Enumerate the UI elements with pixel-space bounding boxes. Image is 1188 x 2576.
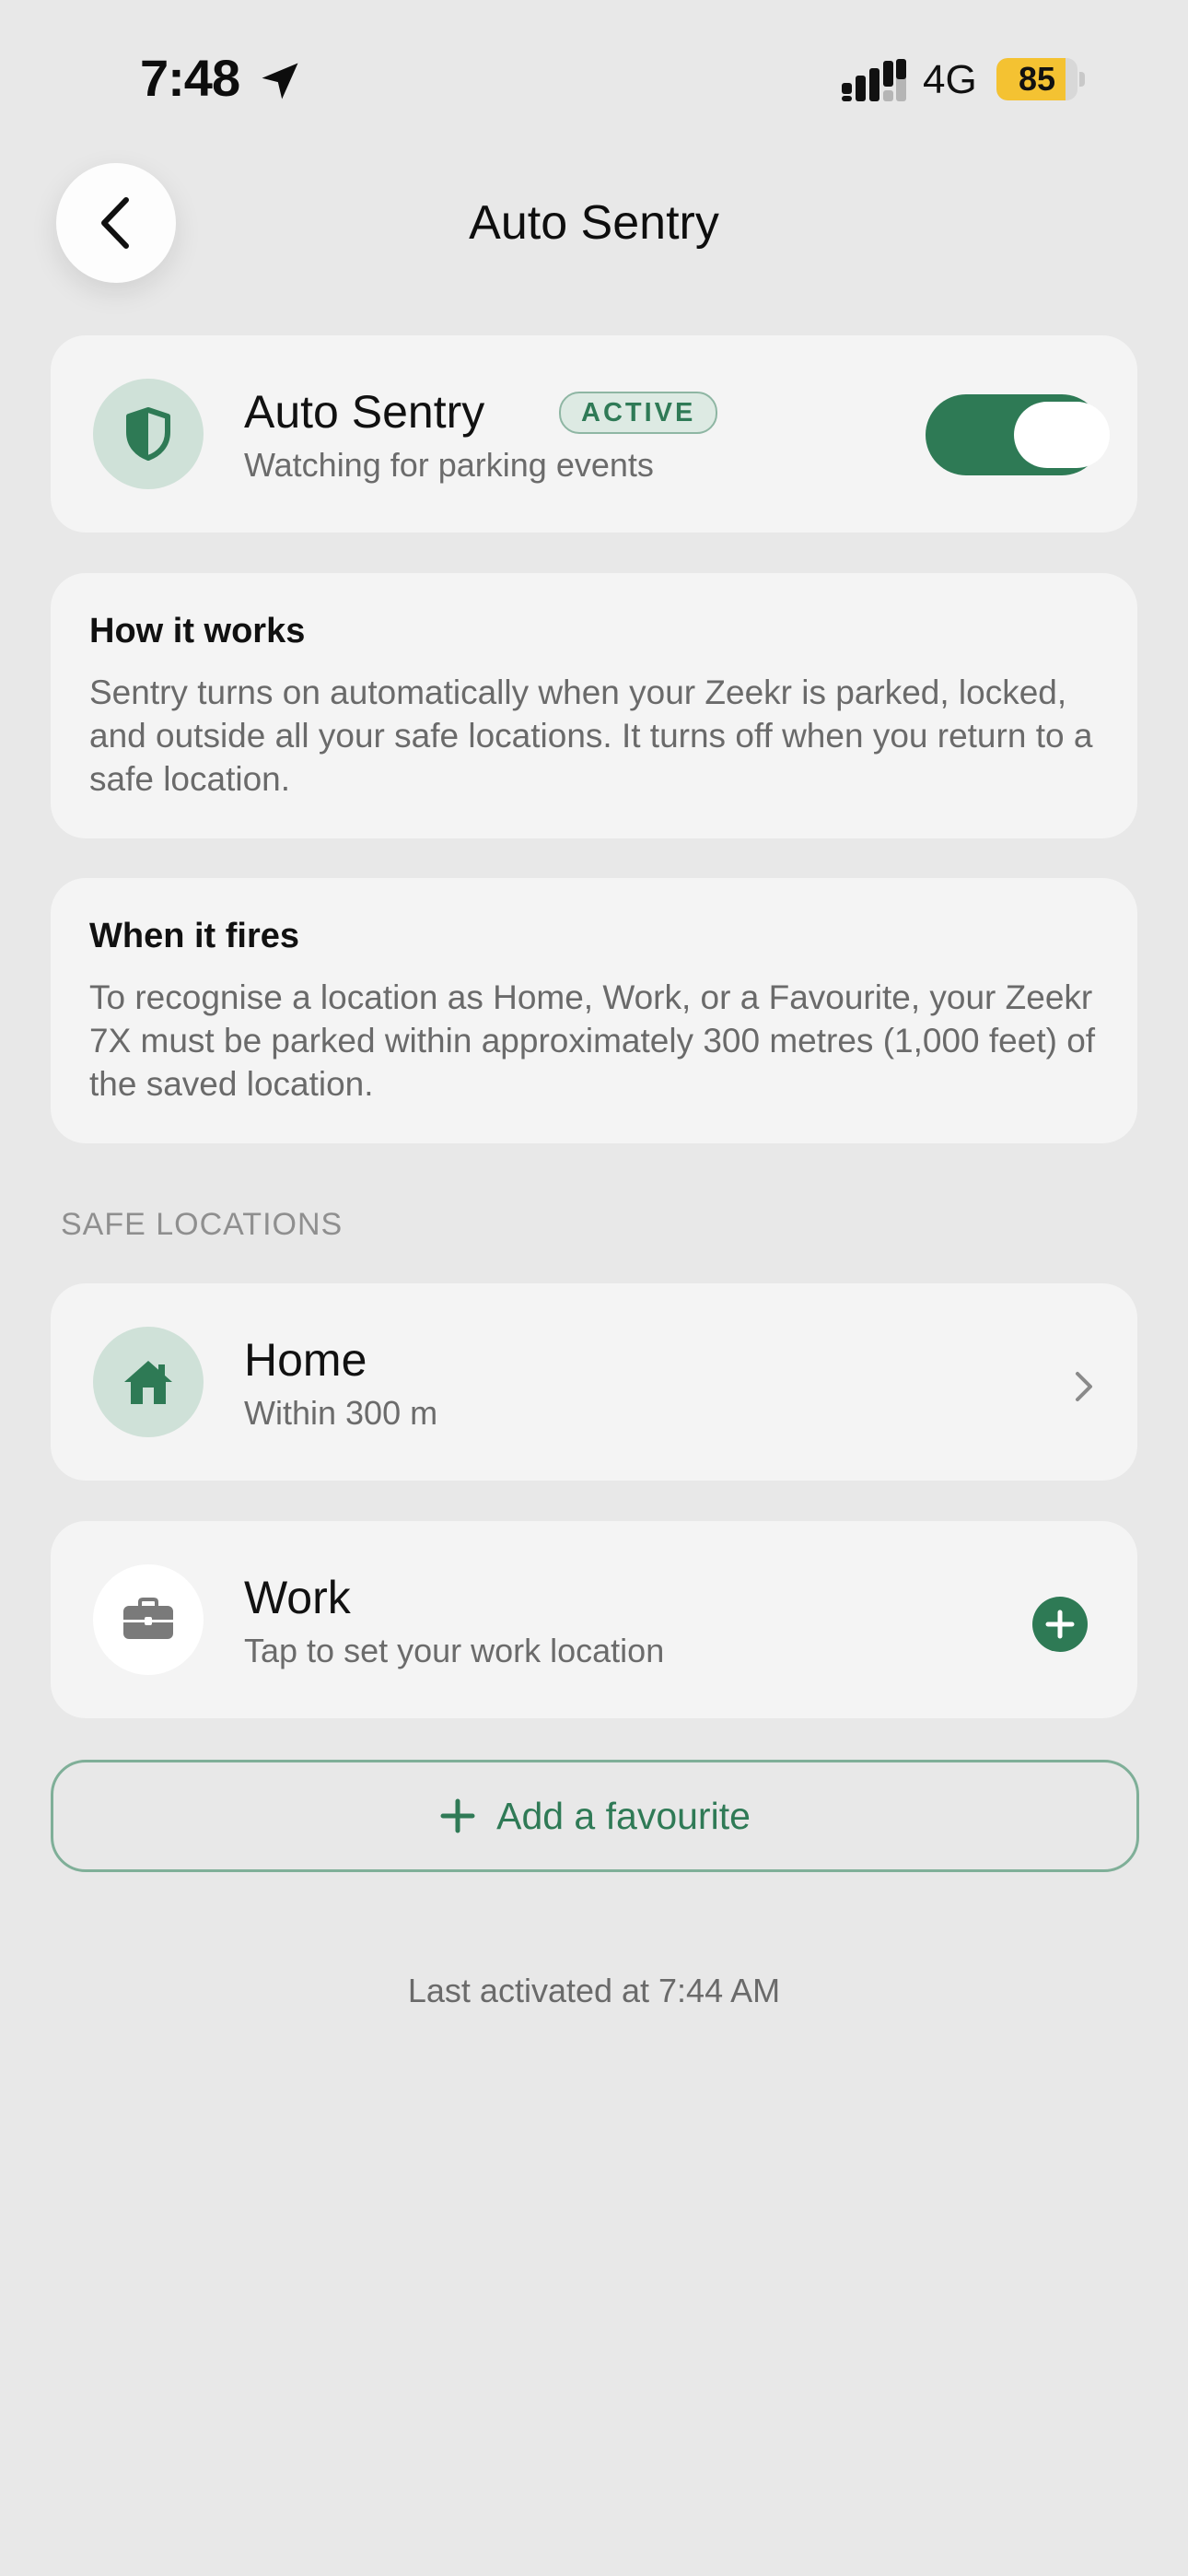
- shield-icon-container: [93, 379, 204, 489]
- plus-circle-icon: [1045, 1610, 1075, 1639]
- network-type: 4G: [923, 57, 977, 102]
- work-title: Work: [244, 1572, 351, 1623]
- how-it-works-body: Sentry turns on automatically when your …: [89, 673, 1093, 798]
- auto-sentry-subtitle: Watching for parking events: [244, 446, 654, 484]
- home-subtitle: Within 300 m: [244, 1394, 438, 1432]
- home-title: Home: [244, 1334, 367, 1386]
- location-arrow-icon: [262, 63, 298, 100]
- chevron-right-icon: [1076, 1372, 1092, 1401]
- add-work-button[interactable]: [1032, 1597, 1088, 1652]
- safe-locations-label: SAFE LOCATIONS: [61, 1207, 344, 1242]
- auto-sentry-toggle[interactable]: [926, 394, 1110, 475]
- how-it-works-title: How it works: [89, 612, 306, 650]
- briefcase-icon: [123, 1598, 173, 1639]
- auto-sentry-card: Auto Sentry ACTIVE Watching for parking …: [51, 335, 1137, 533]
- battery-indicator: 85: [996, 58, 1085, 100]
- safe-location-home[interactable]: Home Within 300 m: [51, 1283, 1137, 1481]
- add-favourite-button[interactable]: Add a favourite: [51, 1760, 1139, 1872]
- battery-percent: 85: [1018, 60, 1056, 98]
- signal-icon: [842, 59, 906, 101]
- home-icon-container: [93, 1327, 204, 1437]
- home-icon: [124, 1361, 172, 1404]
- how-it-works-card: How it works Sentry turns on automatical…: [51, 573, 1137, 838]
- when-it-fires-title: When it fires: [89, 917, 300, 955]
- page-title: Auto Sentry: [469, 196, 719, 250]
- status-time: 7:48: [140, 49, 240, 107]
- auto-sentry-title: Auto Sentry: [244, 386, 485, 438]
- toggle-knob: [1014, 402, 1110, 468]
- briefcase-icon-container: [93, 1564, 204, 1675]
- add-favourite-label: Add a favourite: [496, 1794, 751, 1837]
- work-subtitle: Tap to set your work location: [244, 1632, 665, 1669]
- shield-icon: [126, 407, 170, 461]
- when-it-fires-card: When it fires To recognise a location as…: [51, 878, 1137, 1143]
- status-badge: ACTIVE: [559, 392, 718, 434]
- when-it-fires-body: To recognise a location as Home, Work, o…: [89, 978, 1096, 1103]
- plus-icon: [440, 1798, 475, 1833]
- last-activated-text: Last activated at 7:44 AM: [407, 1972, 781, 2009]
- safe-location-work[interactable]: Work Tap to set your work location: [51, 1521, 1137, 1718]
